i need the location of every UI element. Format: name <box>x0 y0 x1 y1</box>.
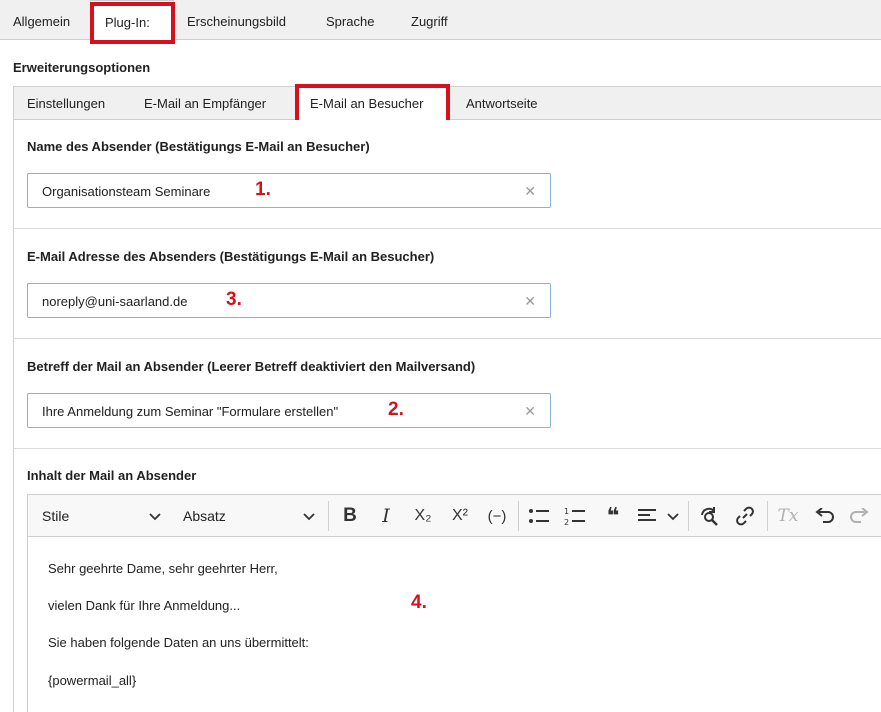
chevron-down-icon[interactable] <box>147 508 163 524</box>
align-icon[interactable] <box>634 502 662 530</box>
subscript-icon[interactable]: X₂ <box>409 502 437 530</box>
numbered-list-icon[interactable]: 12 <box>561 502 589 530</box>
clear-icon[interactable]: ✕ <box>524 174 536 209</box>
toolbar-divider <box>688 501 689 531</box>
field-divider <box>13 228 881 229</box>
tab-email-besucher[interactable]: E-Mail an Besucher <box>296 87 450 120</box>
remove-format-icon[interactable]: Tx <box>774 502 802 530</box>
rich-text-editor: Stile Absatz B I X₂ X² (−) 12 ❝ Tx Sehr … <box>27 494 881 712</box>
toolbar-divider <box>518 501 519 531</box>
sender-name-input[interactable]: Organisationsteam Seminare ✕ <box>27 173 551 208</box>
tab-antwortseite[interactable]: Antwortseite <box>466 87 538 120</box>
top-tab-bar: Allgemein Plug-In: Erscheinungsbild Spra… <box>0 0 881 41</box>
link-icon[interactable] <box>731 502 759 530</box>
superscript-icon[interactable]: X² <box>446 502 474 530</box>
tab-allgemein[interactable]: Allgemein <box>13 0 70 40</box>
undo-icon[interactable] <box>810 502 838 530</box>
content-line: vielen Dank für Ihre Anmeldung... <box>48 598 241 613</box>
field-divider <box>13 338 881 339</box>
toolbar-divider <box>328 501 329 531</box>
sender-email-input[interactable]: noreply@uni-saarland.de ✕ <box>27 283 551 318</box>
clear-icon[interactable]: ✕ <box>524 394 536 429</box>
find-replace-icon[interactable] <box>695 502 723 530</box>
content-line: Sehr geehrte Dame, sehr geehrter Herr, <box>48 561 278 576</box>
sender-email-value: noreply@uni-saarland.de <box>42 294 188 309</box>
marker-1: 1. <box>255 179 271 200</box>
svg-text:1: 1 <box>564 507 569 516</box>
subject-input[interactable]: Ihre Anmeldung zum Seminar "Formulare er… <box>27 393 551 428</box>
inner-tab-bar: Einstellungen E-Mail an Empfänger E-Mail… <box>13 86 881 120</box>
italic-icon[interactable]: I <box>372 502 400 530</box>
tab-plug-in[interactable]: Plug-In: <box>90 0 174 41</box>
sender-email-label: E-Mail Adresse des Absenders (Bestätigun… <box>27 249 435 264</box>
subject-value: Ihre Anmeldung zum Seminar "Formulare er… <box>42 404 339 419</box>
tab-einstellungen[interactable]: Einstellungen <box>27 87 105 120</box>
blockquote-icon[interactable]: ❝ <box>599 502 627 530</box>
sender-name-value: Organisationsteam Seminare <box>42 184 211 199</box>
field-divider <box>13 448 881 449</box>
svg-text:2: 2 <box>564 518 569 526</box>
tab-erscheinungsbild[interactable]: Erscheinungsbild <box>187 0 286 40</box>
tab-email-empfaenger[interactable]: E-Mail an Empfänger <box>144 87 266 120</box>
sender-name-label: Name des Absender (Bestätigungs E-Mail a… <box>27 139 370 154</box>
chevron-down-icon[interactable] <box>665 508 681 524</box>
style-select[interactable]: Stile <box>42 495 69 537</box>
section-title: Erweiterungsoptionen <box>13 60 151 75</box>
format-select[interactable]: Absatz <box>183 495 226 537</box>
editor-content[interactable]: Sehr geehrte Dame, sehr geehrter Herr, v… <box>28 538 881 712</box>
marker-3: 3. <box>226 289 242 310</box>
chevron-down-icon[interactable] <box>301 508 317 524</box>
content-label: Inhalt der Mail an Absender <box>27 468 197 483</box>
bulleted-list-icon[interactable] <box>525 502 553 530</box>
content-line: Sie haben folgende Daten an uns übermitt… <box>48 635 309 650</box>
marker-2: 2. <box>388 399 404 420</box>
subject-label: Betreff der Mail an Absender (Leerer Bet… <box>27 359 476 374</box>
marker-4: 4. <box>411 592 427 613</box>
tab-sprache[interactable]: Sprache <box>326 0 374 40</box>
content-line: {powermail_all} <box>48 673 137 688</box>
editor-toolbar: Stile Absatz B I X₂ X² (−) 12 ❝ Tx <box>28 495 881 537</box>
redo-icon[interactable] <box>846 502 874 530</box>
clear-icon[interactable]: ✕ <box>524 284 536 319</box>
soft-hyphen-icon[interactable]: (−) <box>483 502 511 530</box>
bold-icon[interactable]: B <box>336 502 364 530</box>
tab-zugriff[interactable]: Zugriff <box>411 0 448 40</box>
toolbar-divider <box>767 501 768 531</box>
